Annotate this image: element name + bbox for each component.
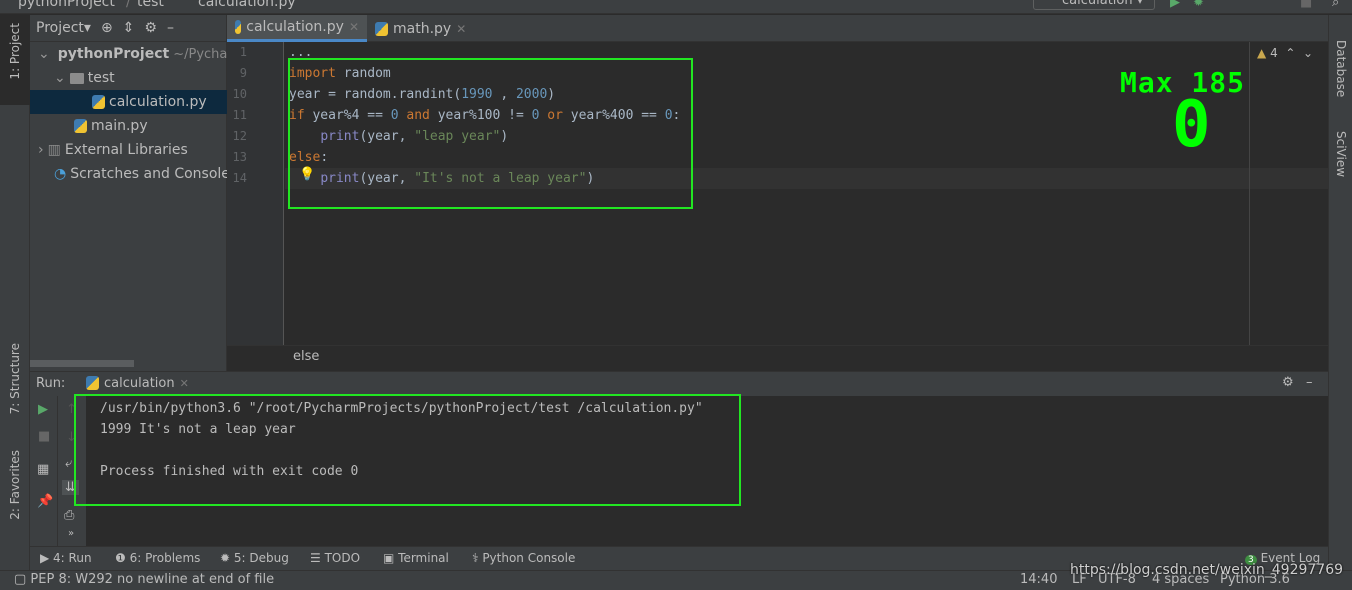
tree-item-scratches[interactable]: ◔ Scratches and Consoles [30,162,237,186]
tree-item-main[interactable]: main.py [30,114,227,138]
tool-tab-terminal[interactable]: ▣ Terminal [383,551,449,565]
line-number: 14 [232,171,247,185]
line-number: 13 [232,150,247,164]
collapse-icon[interactable]: ⇕ [123,20,135,36]
status-message[interactable]: ▢ PEP 8: W292 no newline at end of file [14,572,274,587]
editor-breadcrumb: else [227,345,1328,371]
tree-item-external-libraries[interactable]: › ▥ External Libraries [30,138,227,162]
hide-icon[interactable]: – [167,20,174,36]
tool-tab-problems[interactable]: ❶ 6: Problems [115,551,200,565]
run-config-select[interactable]: calculation ▾ [1033,0,1155,10]
run-icon[interactable]: ▶ [1170,0,1180,10]
tab-math[interactable]: math.py ✕ [367,15,474,42]
run-panel-header: Run: calculation ✕ ⚙ – [30,371,1328,397]
warnings-indicator[interactable]: ▲ 4 ⌃ ⌄ [1257,46,1313,60]
python-file-icon [92,95,105,109]
tool-tab-debug[interactable]: ✹ 5: Debug [220,551,289,565]
navigation-bar: pythonProject / test calculation.py calc… [0,0,1352,14]
favorites-tool-button[interactable]: 2: Favorites [8,450,22,520]
close-icon: ✕ [348,20,359,34]
breadcrumb-file[interactable]: calculation.py [198,0,296,10]
editor-tabs: calculation.py ✕ math.py ✕ [227,15,1328,42]
tool-tab-run[interactable]: ▶ 4: Run [40,551,92,565]
highlight-box-output [74,394,741,506]
print-icon[interactable]: ⎙ [64,508,74,523]
breadcrumb-folder[interactable]: test [137,0,164,10]
stop-icon[interactable]: ■ [38,429,50,444]
project-panel: Project▾ ⊕ ⇕ ⚙ – ⌄pythonProject~/Pycharm… [30,15,391,371]
library-icon: ▥ [47,142,61,158]
horizontal-scrollbar[interactable] [30,360,134,367]
soft-wrap-icon[interactable]: ⤶ [65,456,72,471]
caret-position[interactable]: 14:40 [1020,572,1057,587]
pin-icon[interactable]: 📌 [37,494,53,509]
locate-icon[interactable]: ⊕ [101,20,113,36]
breadcrumb-project[interactable]: pythonProject [18,0,115,10]
search-icon[interactable]: ⌕ [1332,0,1339,10]
gear-icon[interactable]: ⚙ [144,20,157,36]
sciview-tool-button[interactable]: SciView [1334,131,1348,177]
stop-icon[interactable]: ■ [1300,0,1312,10]
database-tool-button[interactable]: Database [1334,40,1348,97]
python-file-icon [74,119,87,133]
scratch-icon: ◔ [54,166,67,182]
tab-calculation[interactable]: calculation.py ✕ [227,15,367,42]
line-number: 9 [239,66,247,80]
tool-tab-python-console[interactable]: ⚕ Python Console [472,551,575,565]
tree-item-calculation[interactable]: calculation.py [30,90,227,114]
line-number: 11 [232,108,247,122]
right-tool-strip: Database SciView [1328,15,1352,570]
watermark: https://blog.csdn.net/weixin_49297769 [1070,562,1344,578]
line-number: 10 [232,87,247,101]
run-toolbar: ▶ ■ ▦ 📌 [30,396,58,546]
gear-icon[interactable]: ⚙ [1282,375,1294,390]
folder-icon [69,72,84,84]
tool-tab-todo[interactable]: ☰ TODO [310,551,360,565]
left-tool-strip: 1: Project 7: Structure 2: Favorites [0,15,30,570]
rerun-icon[interactable]: ▶ [38,402,48,417]
highlight-box-code [288,58,693,209]
project-tool-button[interactable]: 1: Project [8,23,22,80]
line-number: 1 [239,45,247,59]
structure-tool-button[interactable]: 7: Structure [8,343,22,414]
close-icon: ✕ [456,21,467,36]
layout-icon[interactable]: ▦ [37,462,49,477]
more-icon[interactable]: » [68,528,74,539]
tree-item-test[interactable]: ⌄ test [30,66,227,90]
line-number: 12 [232,129,247,143]
overlay-value: 0 [1172,88,1211,162]
debug-icon[interactable]: ✹ [1193,0,1204,10]
project-view-select[interactable]: Project▾ [36,20,91,36]
hide-icon[interactable]: – [1306,375,1313,390]
tree-item-pythonproject[interactable]: ⌄pythonProject~/PycharmProjects/pythonPr… [30,42,391,66]
